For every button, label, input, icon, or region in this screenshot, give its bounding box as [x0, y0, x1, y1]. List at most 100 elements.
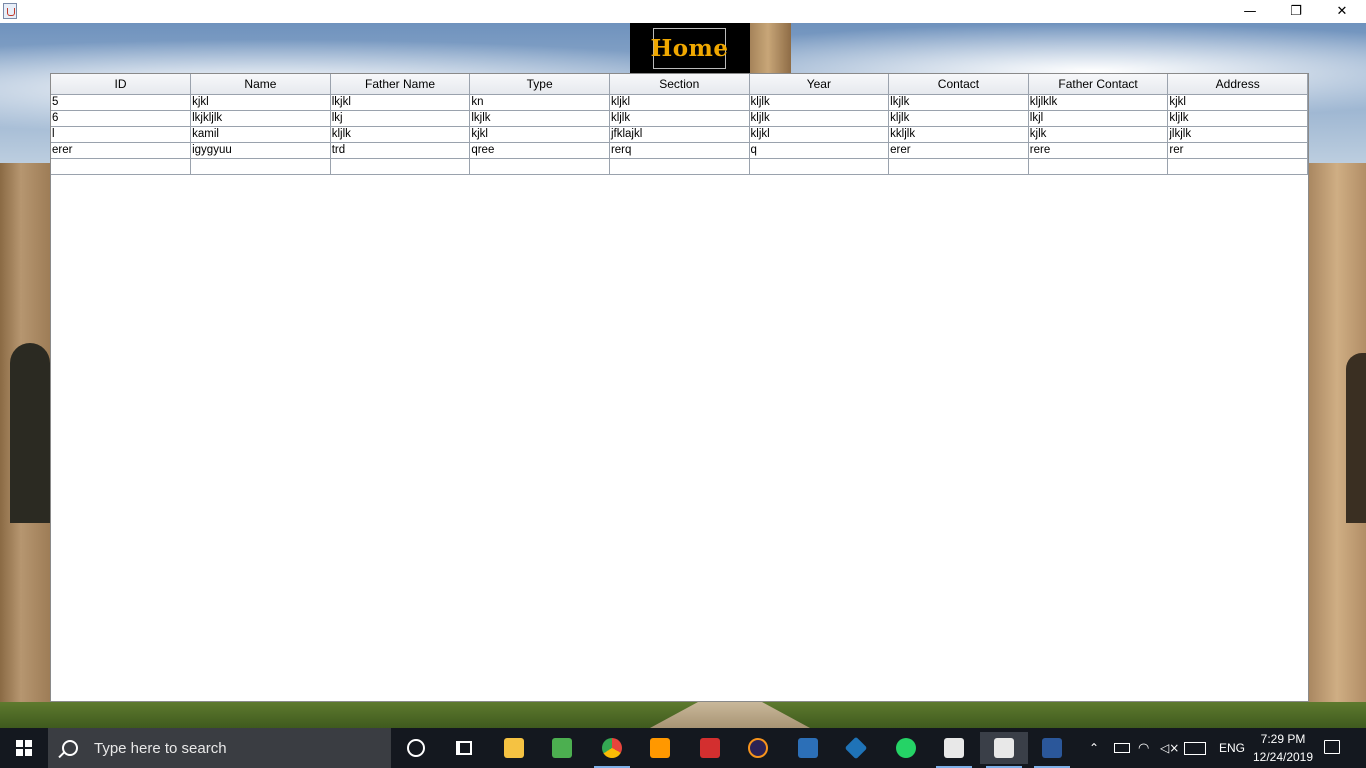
table-body: 5 kjkl lkjkl kn kljkl kljlk lkjlk kljlklk kjkl 6 l…	[51, 94, 1308, 175]
table-cell[interactable]: lkjl	[1028, 110, 1169, 127]
table-row[interactable]	[51, 158, 1308, 175]
table-cell[interactable]: rere	[1028, 142, 1169, 159]
table-cell[interactable]: lkjkl	[330, 94, 471, 111]
column-header[interactable]: ID	[51, 74, 192, 95]
close-button[interactable]: ✕	[1319, 0, 1365, 23]
table-cell[interactable]: kjkl	[190, 94, 331, 111]
virtualbox-icon[interactable]	[832, 732, 880, 764]
sublime-text-icon[interactable]	[636, 732, 684, 764]
table-cell[interactable]	[469, 158, 610, 175]
table-cell[interactable]: kjkl	[469, 126, 610, 143]
table-cell[interactable]	[888, 158, 1029, 175]
java-icon[interactable]	[980, 732, 1028, 768]
table-cell[interactable]: lkjlk	[469, 110, 610, 127]
table-cell[interactable]	[51, 158, 192, 175]
java-app-icon	[3, 3, 17, 19]
minimize-button[interactable]: —	[1227, 0, 1273, 23]
table-cell[interactable]: qree	[469, 142, 610, 159]
clock[interactable]: 7:29 PM 12/24/2019	[1252, 730, 1314, 766]
table-cell[interactable]: kjkl	[1167, 94, 1308, 111]
clock-time: 7:29 PM	[1260, 732, 1306, 746]
column-header[interactable]: Address	[1167, 74, 1308, 95]
home-button[interactable]: Home	[650, 28, 728, 69]
notepad-icon[interactable]	[538, 732, 586, 764]
table-cell[interactable]: jfklajkl	[609, 126, 750, 143]
table-cell[interactable]: erer	[51, 142, 192, 159]
column-header[interactable]: Type	[469, 74, 610, 95]
task-view-icon[interactable]	[440, 732, 488, 764]
keyboard-icon[interactable]	[1184, 728, 1206, 768]
table-cell[interactable]: erer	[888, 142, 1029, 159]
java-icon[interactable]	[930, 732, 978, 768]
clock-date: 12/24/2019	[1252, 750, 1314, 764]
table-cell[interactable]	[190, 158, 331, 175]
table-cell[interactable]: kljkl	[749, 126, 890, 143]
table-cell[interactable]	[1167, 158, 1308, 175]
table-cell[interactable]: kljlk	[1167, 110, 1308, 127]
table-cell[interactable]: kljkl	[609, 94, 750, 111]
language-indicator[interactable]: ENG	[1219, 728, 1245, 768]
table-row[interactable]: erer igygyuu trd qree rerq q erer rere rer	[51, 142, 1308, 159]
search-icon	[62, 740, 78, 756]
window-titlebar: — ❐ ✕	[0, 0, 1366, 23]
chrome-icon[interactable]	[588, 732, 636, 768]
table-cell[interactable]: kljlk	[609, 110, 750, 127]
acrobat-icon[interactable]	[686, 732, 734, 764]
column-header[interactable]: Name	[190, 74, 331, 95]
table-cell[interactable]	[749, 158, 890, 175]
eclipse-icon[interactable]	[734, 732, 782, 764]
table-cell[interactable]: igygyuu	[190, 142, 331, 159]
table-row[interactable]: 5 kjkl lkjkl kn kljkl kljlk lkjlk kljlklk kjkl	[51, 94, 1308, 111]
table-row[interactable]: l kamil kljlk kjkl jfklajkl kljkl kkljlk kjlk jl…	[51, 126, 1308, 143]
table-cell[interactable]: 5	[51, 94, 192, 111]
table-cell[interactable]	[1028, 158, 1169, 175]
maximize-button[interactable]: ❐	[1273, 0, 1319, 23]
table-cell[interactable]: kamil	[190, 126, 331, 143]
notification-icon[interactable]	[1324, 740, 1340, 754]
table-cell[interactable]: kkljlk	[888, 126, 1029, 143]
table-cell[interactable]	[330, 158, 471, 175]
table-row[interactable]: 6 lkjkljlk lkj lkjlk kljlk kljlk kljlk lkjl kljl…	[51, 110, 1308, 127]
column-header[interactable]: Father Name	[330, 74, 471, 95]
table-cell[interactable]: q	[749, 142, 890, 159]
table-cell[interactable]: 6	[51, 110, 192, 127]
taskbar: Type here to search ⌃ ◠ ◁× ENG 7:29 PM 1…	[0, 728, 1366, 768]
column-header[interactable]: Section	[609, 74, 750, 95]
table-cell[interactable]: lkj	[330, 110, 471, 127]
table-cell[interactable]: lkjkljlk	[190, 110, 331, 127]
table-cell[interactable]: jlkjlk	[1167, 126, 1308, 143]
column-header[interactable]: Father Contact	[1028, 74, 1169, 95]
table-cell[interactable]: trd	[330, 142, 471, 159]
table-cell[interactable]: kljlk	[888, 110, 1029, 127]
cortana-icon[interactable]	[392, 732, 440, 764]
table-cell[interactable]: rer	[1167, 142, 1308, 159]
file-explorer-icon[interactable]	[490, 732, 538, 764]
column-header[interactable]: Contact	[888, 74, 1029, 95]
table-cell[interactable]: kljlk	[749, 94, 890, 111]
arch-left	[10, 343, 50, 523]
whatsapp-icon[interactable]	[882, 732, 930, 764]
table-cell[interactable]: kljlklk	[1028, 94, 1169, 111]
table-cell[interactable]: rerq	[609, 142, 750, 159]
search-placeholder: Type here to search	[94, 739, 227, 757]
table-cell[interactable]: kjlk	[1028, 126, 1169, 143]
start-button[interactable]	[0, 728, 48, 768]
volume-muted-icon[interactable]: ◁×	[1160, 728, 1179, 768]
chevron-up-icon[interactable]: ⌃	[1089, 728, 1099, 768]
table-cell[interactable]: kljlk	[330, 126, 471, 143]
column-header[interactable]: Year	[749, 74, 890, 95]
word-icon[interactable]	[1028, 732, 1076, 768]
table-cell[interactable]: kljlk	[749, 110, 890, 127]
windows-logo-icon	[16, 740, 32, 756]
table-cell[interactable]: kn	[469, 94, 610, 111]
search-box[interactable]: Type here to search	[48, 728, 391, 768]
battery-icon[interactable]	[1114, 728, 1130, 768]
wifi-icon[interactable]: ◠	[1138, 728, 1149, 768]
table-cell[interactable]: l	[51, 126, 192, 143]
arch-right	[1346, 353, 1366, 523]
student-table: ID Name Father Name Type Section Year Contact F…	[51, 74, 1308, 175]
dev-cpp-icon[interactable]	[784, 732, 832, 764]
table-cell[interactable]	[609, 158, 750, 175]
table-panel: ID Name Father Name Type Section Year Contact F…	[50, 73, 1309, 702]
table-cell[interactable]: lkjlk	[888, 94, 1029, 111]
